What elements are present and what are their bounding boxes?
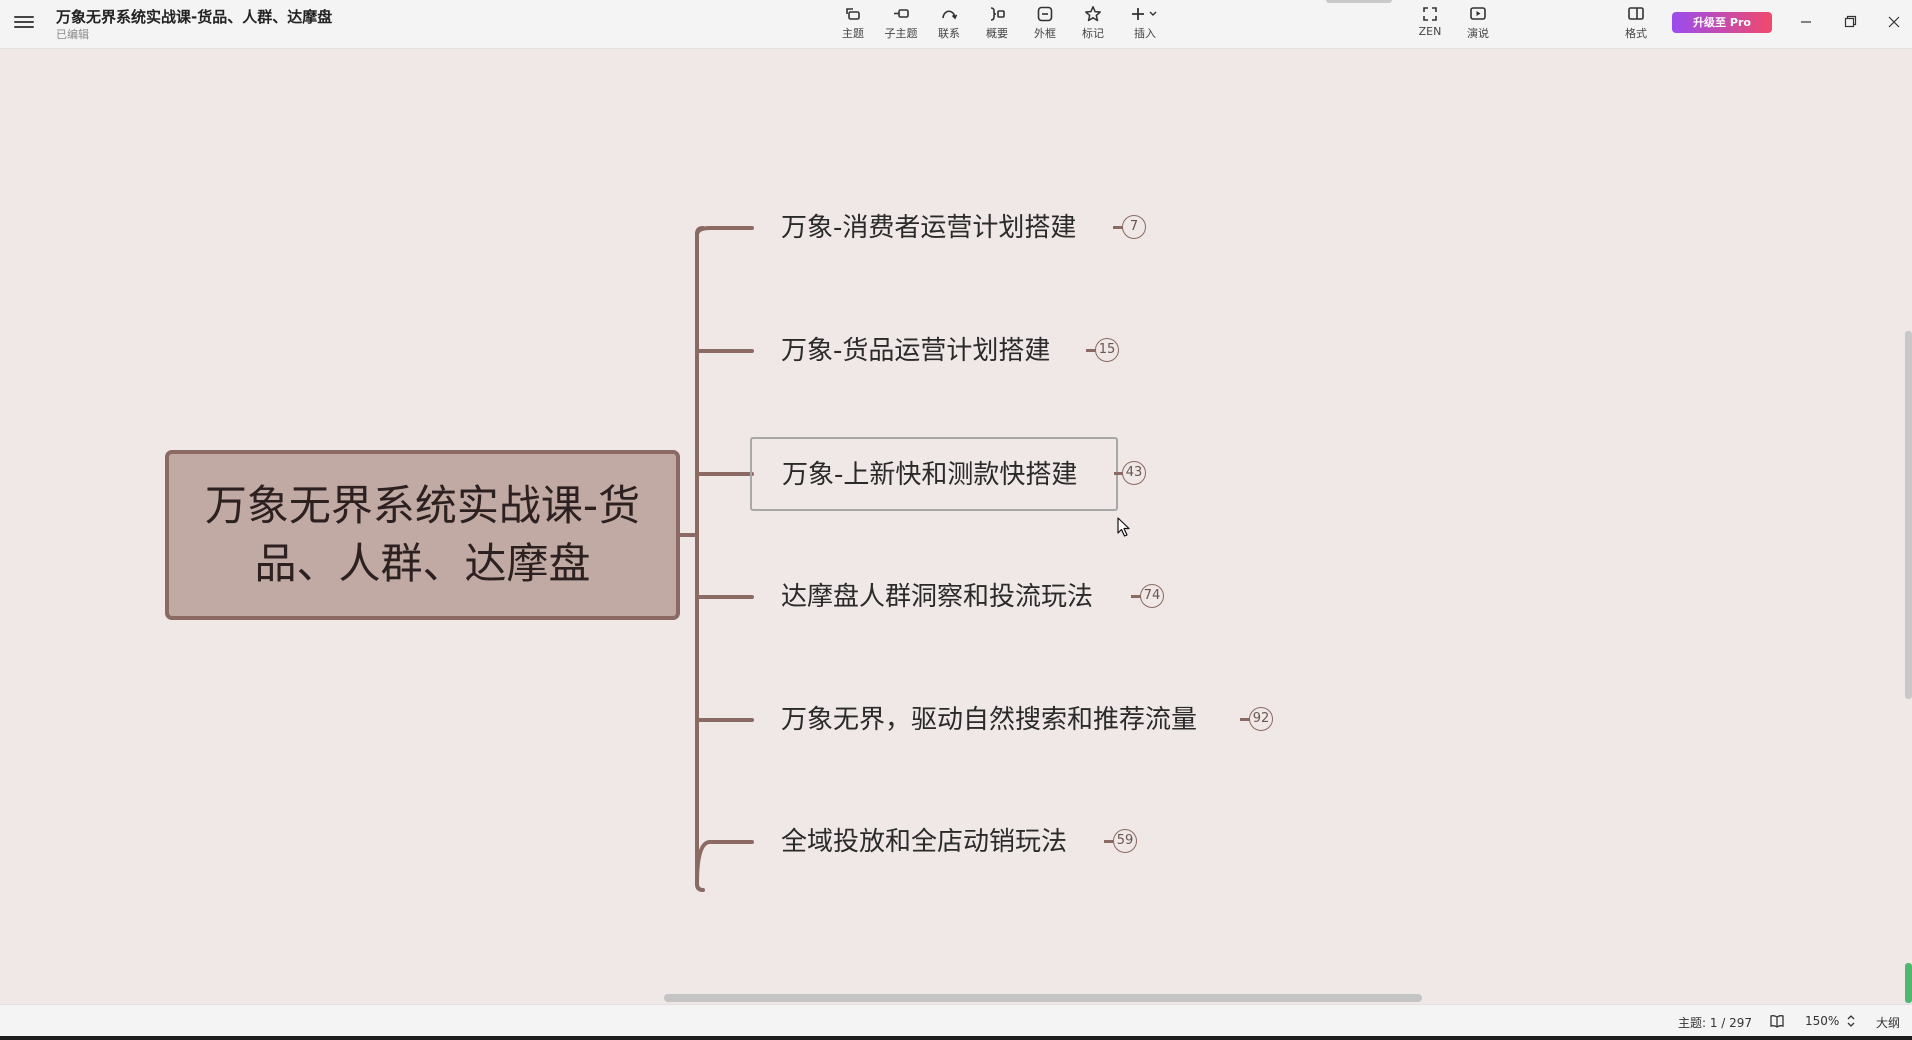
collapsed-count-badge[interactable]: 15 [1095,338,1119,362]
relationship-icon [942,10,958,20]
play-icon [1470,7,1486,20]
topic-new-launch[interactable]: 万象-上新快和测款快搭建 [750,437,1118,511]
close-button[interactable] [1882,12,1906,32]
marker-label: 标记 [1082,27,1104,40]
boundary-icon [1037,6,1053,22]
topic-natural-traffic[interactable]: 万象无界，驱动自然搜索和推荐流量 [781,703,1197,737]
collapsed-count-badge[interactable]: 92 [1249,707,1273,731]
central-topic[interactable]: 万象无界系统实战课-货品、人群、达摩盘 [165,450,680,620]
panel-icon [1628,7,1644,20]
topic-new-launch-text: 万象-上新快和测款快搭建 [782,460,1078,490]
topic-consumer-plan[interactable]: 万象-消费者运营计划搭建 [781,211,1076,245]
central-topic-text: 万象无界系统实战课-货品、人群、达摩盘 [204,481,641,588]
topic-button[interactable]: 主题 [829,5,877,41]
topic-dmp-insight[interactable]: 达摩盘人群洞察和投流玩法 [781,580,1093,614]
status-bar: 主题: 1 / 297 150% 大纲 [0,1004,1912,1039]
vertical-scroll-thumb[interactable] [1905,331,1912,699]
collapsed-count-badge[interactable]: 59 [1113,829,1137,853]
relationship-label: 联系 [938,27,960,40]
restore-button[interactable] [1838,12,1862,32]
boundary-label: 外框 [1034,27,1056,40]
collapsed-count-badge[interactable]: 43 [1122,461,1146,485]
summary-label: 概要 [986,27,1008,40]
relationship-button[interactable]: 联系 [925,5,973,41]
topic-full-domain[interactable]: 全域投放和全店动销玩法 [781,825,1067,859]
present-label: 演说 [1467,27,1489,40]
horizontal-scrollbar[interactable] [0,991,1904,1003]
collapsed-count-badge[interactable]: 7 [1122,215,1146,239]
outline-button[interactable]: 大纲 [1876,1014,1900,1031]
zoom-stepper-icon[interactable] [1846,1013,1856,1029]
upgrade-pro-button[interactable]: 升级至 Pro [1672,12,1772,33]
zen-label: ZEN [1418,25,1442,38]
insert-label: 插入 [1134,27,1156,40]
topic-count: 主题: 1 / 297 [1678,1016,1753,1030]
restore-icon [1844,15,1857,28]
document-title: 万象无界系统实战课-货品、人群、达摩盘 [56,8,333,26]
subtopic-label: 子主题 [884,27,918,40]
fullscreen-icon [1423,7,1437,21]
marker-button[interactable]: 标记 [1069,5,1117,41]
topic-product-plan[interactable]: 万象-货品运营计划搭建 [781,334,1050,368]
close-icon [1888,16,1900,28]
edit-status: 已编辑 [56,28,89,41]
plus-icon [1132,8,1157,20]
horizontal-scroll-thumb[interactable] [664,994,1422,1002]
subtopic-icon [894,9,909,18]
mouse-cursor-icon [1117,517,1130,537]
zen-button[interactable]: ZEN [1406,5,1454,38]
subtopic-button[interactable]: 子主题 [877,5,925,41]
topic-label: 主题 [842,27,864,40]
window-bottom-edge [0,1036,1912,1040]
minimize-icon [1801,21,1811,23]
zoom-level[interactable]: 150% [1805,1014,1839,1028]
menu-icon[interactable] [14,13,34,31]
summary-icon [990,7,1005,21]
format-label: 格式 [1625,27,1647,40]
top-toolbar: 万象无界系统实战课-货品、人群、达摩盘 已编辑 主题 子主题 联系 概要 外框 … [0,0,1912,49]
book-icon[interactable] [1769,1013,1785,1029]
drag-handle[interactable] [1326,0,1392,3]
boundary-button[interactable]: 外框 [1021,5,1069,41]
minimize-button[interactable] [1794,12,1818,32]
vertical-scrollbar[interactable] [1904,49,1912,1003]
mindmap-canvas[interactable]: 万象无界系统实战课-货品、人群、达摩盘 万象-消费者运营计划搭建 7 万象-货品… [0,49,1904,995]
topic-icon [846,8,860,20]
summary-button[interactable]: 概要 [973,5,1021,41]
present-button[interactable]: 演说 [1454,5,1502,41]
insert-button[interactable]: 插入 [1120,5,1170,41]
star-icon [1085,6,1101,22]
format-button[interactable]: 格式 [1612,5,1660,41]
collapsed-count-badge[interactable]: 74 [1140,584,1164,608]
scroll-indicator [1905,963,1912,1003]
